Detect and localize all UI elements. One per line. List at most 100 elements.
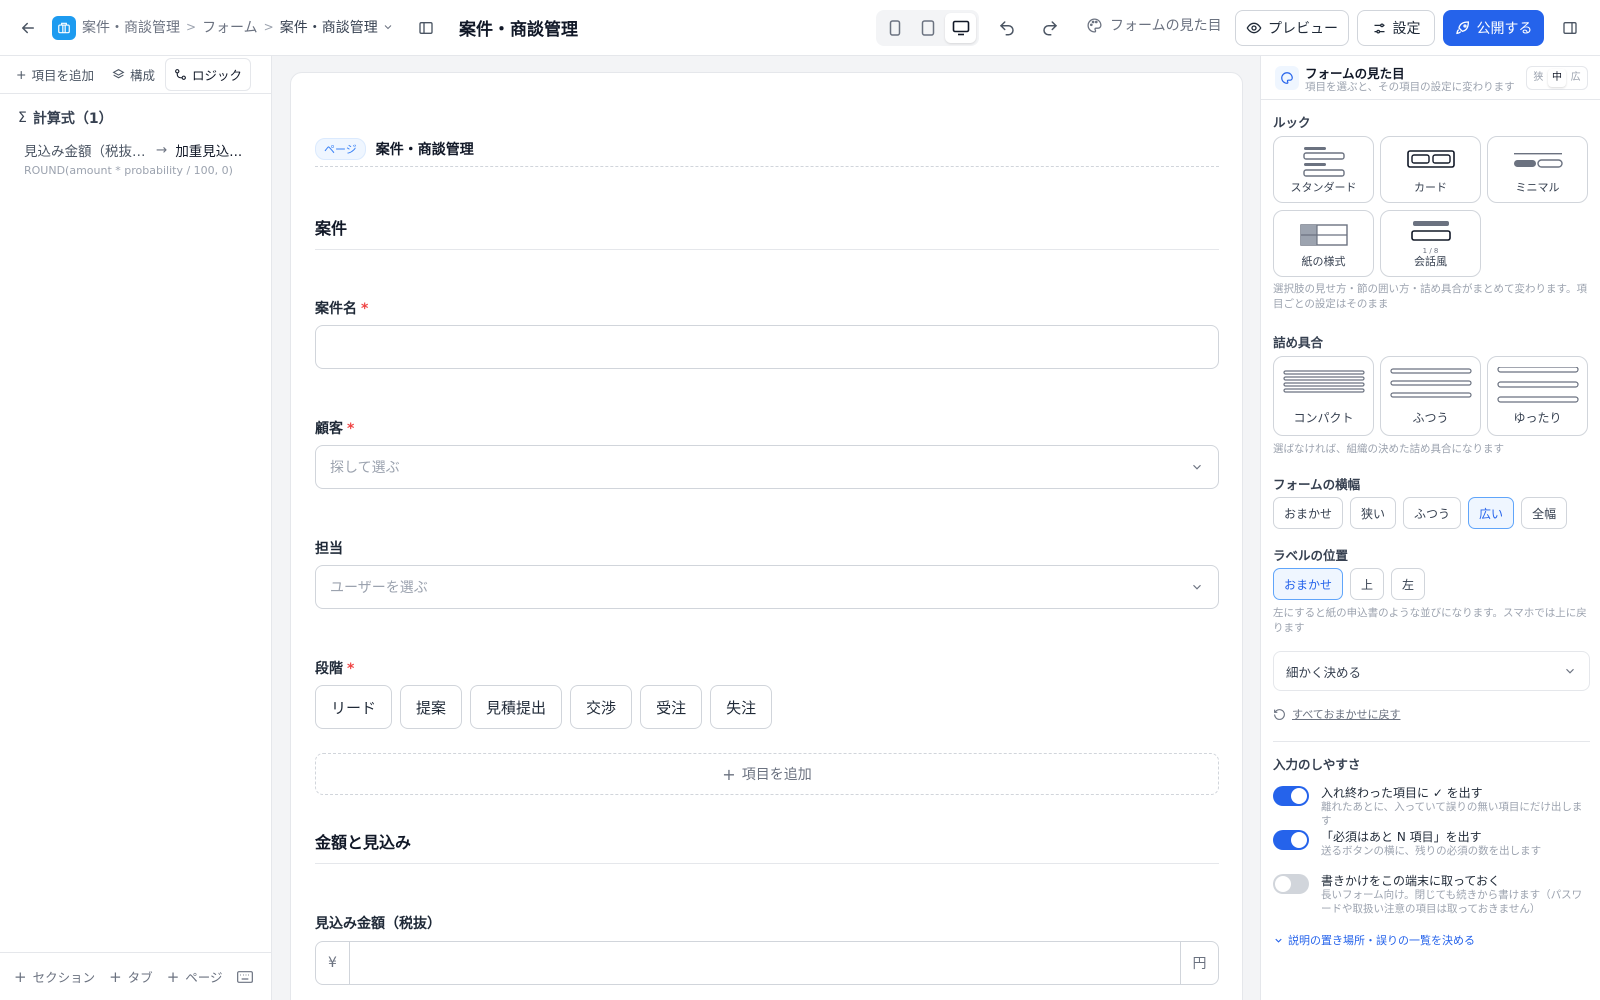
undo-icon xyxy=(999,21,1014,36)
checkmark-toggle[interactable] xyxy=(1273,786,1309,806)
formula-section-heading: Σ 計算式（1） xyxy=(18,110,113,127)
add-page-button[interactable]: + ページ xyxy=(167,967,223,986)
panel-width-switch: 狭 中 広 xyxy=(1526,66,1588,90)
app-icon xyxy=(52,16,76,40)
undo-button[interactable] xyxy=(993,14,1021,42)
form-look-button[interactable]: フォームの見た目 xyxy=(1086,15,1222,35)
keyboard-shortcuts-button[interactable] xyxy=(236,970,253,983)
tab-logic[interactable]: ロジック xyxy=(165,58,252,91)
chevron-down-icon xyxy=(1193,584,1201,590)
deal-name-input[interactable] xyxy=(315,325,1219,369)
rocket-icon xyxy=(1455,21,1469,35)
field-label[interactable]: 担当 xyxy=(315,538,343,558)
toggle-row-remaining: 「必須はあと N 項目」を出す 送るボタンの横に、残りの必須の数を出します xyxy=(1273,828,1591,868)
remaining-required-toggle[interactable] xyxy=(1273,830,1309,850)
sidebar-icon xyxy=(419,22,433,34)
page-header[interactable]: ページ 案件・商談管理 xyxy=(315,137,1219,167)
fine-tune-select[interactable]: 細かく決める xyxy=(1273,651,1590,691)
field-label[interactable]: 顧客 * xyxy=(315,418,354,438)
section-heading[interactable]: 金額と見込み xyxy=(315,829,1219,864)
look-paper-form[interactable]: 紙の様式 xyxy=(1273,210,1374,277)
formula-item[interactable]: 見込み金額（税抜）... → 加重見込... xyxy=(24,140,260,160)
label-position-options: おまかせ 上 左 xyxy=(1273,568,1426,600)
chevron-right-icon: > xyxy=(186,20,197,34)
width-option-narrow[interactable]: 狭い xyxy=(1350,497,1397,529)
look-card[interactable]: カード xyxy=(1380,136,1481,203)
look-heading: ルック xyxy=(1273,115,1311,130)
panel-width-narrow[interactable]: 狭 xyxy=(1529,69,1548,87)
layers-icon xyxy=(112,69,125,79)
left-panel-toggle[interactable] xyxy=(414,16,438,40)
palette-icon xyxy=(1087,17,1102,33)
settings-button[interactable]: 設定 xyxy=(1357,10,1435,46)
left-sidebar: + 項目を追加 構成 ロジック Σ 計算式（1） 見込み金額（税抜）... → … xyxy=(0,56,272,1000)
width-option-normal[interactable]: ふつう xyxy=(1403,497,1462,529)
stage-option[interactable]: 受注 xyxy=(640,685,703,729)
width-option-auto[interactable]: おまかせ xyxy=(1273,497,1344,529)
right-panel-toggle[interactable] xyxy=(1558,16,1582,40)
label-position-left[interactable]: 左 xyxy=(1391,568,1426,600)
panel-width-wide[interactable]: 広 xyxy=(1566,69,1585,87)
label-position-auto[interactable]: おまかせ xyxy=(1273,568,1344,600)
spacing-heading: 詰め具合 xyxy=(1273,335,1324,350)
page-title: 案件・商談管理 xyxy=(459,20,578,40)
spacing-compact[interactable]: コンパクト xyxy=(1273,356,1374,436)
save-draft-toggle[interactable] xyxy=(1273,874,1309,894)
palette-icon xyxy=(1275,66,1299,90)
reset-to-auto-link[interactable]: すべておまかせに戻す xyxy=(1273,706,1400,722)
more-settings-link[interactable]: 説明の置き場所・誤りの一覧を決める xyxy=(1273,932,1475,948)
amount-input[interactable]: ¥ 円 xyxy=(315,941,1219,985)
formula-target: 加重見込... xyxy=(175,144,243,160)
required-mark: * xyxy=(347,661,355,677)
required-mark: * xyxy=(347,421,355,437)
look-minimal[interactable]: ミニマル xyxy=(1487,136,1588,203)
stage-option[interactable]: 交渉 xyxy=(570,685,633,729)
spacing-normal[interactable]: ふつう xyxy=(1380,356,1481,436)
stage-option[interactable]: リード xyxy=(315,685,393,729)
add-item-button[interactable]: + 項目を追加 xyxy=(315,753,1219,795)
preview-button[interactable]: プレビュー xyxy=(1235,10,1349,46)
arrow-right-icon: → xyxy=(156,142,168,158)
width-option-wide[interactable]: 広い xyxy=(1468,497,1515,529)
field-label[interactable]: 案件名 * xyxy=(315,298,368,318)
field-label[interactable]: 段階 * xyxy=(315,658,354,678)
label-position-top[interactable]: 上 xyxy=(1350,568,1385,600)
publish-button[interactable]: 公開する xyxy=(1443,10,1544,46)
stage-option[interactable]: 見積提出 xyxy=(470,685,563,729)
phone-icon xyxy=(889,20,900,36)
panel-width-medium[interactable]: 中 xyxy=(1547,69,1567,87)
chevron-right-icon: > xyxy=(263,20,274,34)
device-mobile-button[interactable] xyxy=(879,13,910,43)
owner-select[interactable]: ユーザーを選ぶ xyxy=(315,565,1219,609)
stage-option[interactable]: 失注 xyxy=(710,685,773,729)
back-button[interactable] xyxy=(14,14,42,42)
look-standard[interactable]: スタンダード xyxy=(1273,136,1374,203)
section-heading[interactable]: 案件 xyxy=(315,215,1219,250)
form-paper: ページ 案件・商談管理 案件 案件名 * 顧客 * 探して選ぶ 担当 ユーザーを選ぶ… xyxy=(290,72,1243,1000)
sliders-icon xyxy=(1374,23,1384,33)
plus-icon: + xyxy=(16,67,27,82)
formula-source: 見込み金額（税抜）... xyxy=(24,144,148,160)
add-tab-button[interactable]: + タブ xyxy=(109,967,153,986)
device-tablet-button[interactable] xyxy=(912,13,943,43)
plus-icon: + xyxy=(109,967,122,986)
tab-structure[interactable]: 構成 xyxy=(104,59,163,90)
device-desktop-button[interactable] xyxy=(945,13,976,43)
redo-icon xyxy=(1043,21,1058,36)
breadcrumb-form-switcher[interactable]: 案件・商談管理 xyxy=(280,17,394,37)
customer-select[interactable]: 探して選ぶ xyxy=(315,445,1219,489)
currency-suffix: 円 xyxy=(1180,942,1218,984)
width-option-full[interactable]: 全幅 xyxy=(1521,497,1568,529)
breadcrumb-app[interactable]: 案件・商談管理 xyxy=(82,17,180,37)
tab-add-item[interactable]: + 項目を追加 xyxy=(8,59,102,90)
toggle-row-draft: 書きかけをこの端末に取っておく 長いフォーム向け。閉じても続きから書けます（パス… xyxy=(1273,872,1591,928)
redo-button[interactable] xyxy=(1036,14,1064,42)
monitor-icon xyxy=(952,20,969,36)
add-section-button[interactable]: + セクション xyxy=(14,967,95,986)
field-label[interactable]: 見込み金額（税抜） xyxy=(315,913,441,933)
stage-option[interactable]: 提案 xyxy=(400,685,463,729)
breadcrumb-forms[interactable]: フォーム xyxy=(202,17,258,37)
spacing-relaxed[interactable]: ゆったり xyxy=(1487,356,1588,436)
amount-value[interactable] xyxy=(350,942,1180,984)
look-conversation[interactable]: 1 / 8 会話風 xyxy=(1380,210,1481,277)
